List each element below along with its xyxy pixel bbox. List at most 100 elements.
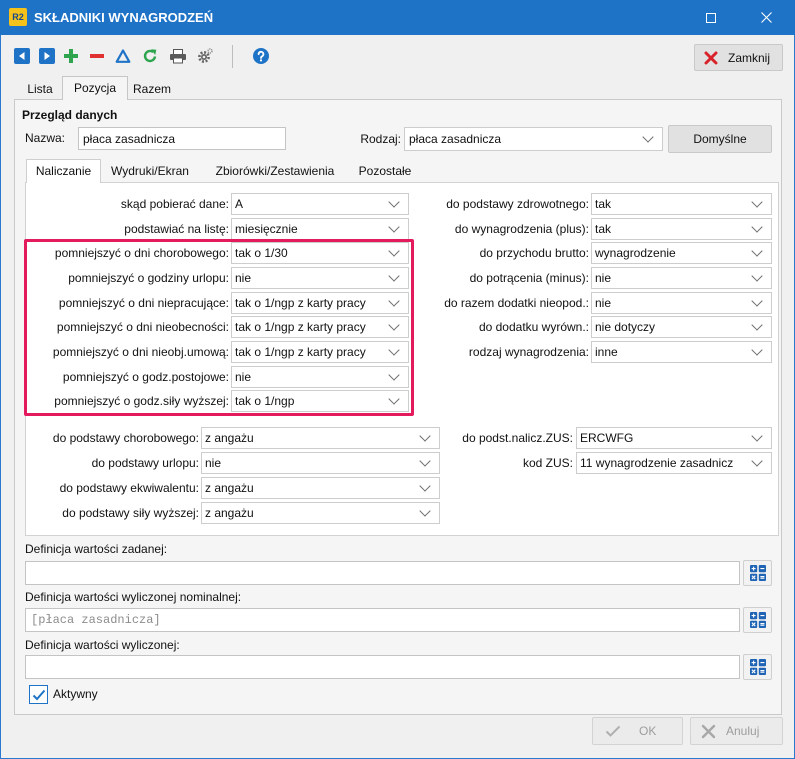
tab-pozycja[interactable]: Pozycja [62,76,128,100]
formula-button-calculated[interactable] [743,654,772,680]
help-icon [253,48,269,64]
label-leave-base: do podstawy urlopu: [91,456,199,470]
formula-button-nominal[interactable] [743,607,772,633]
label-zus-calc-base: do podst.nalicz.ZUS: [462,431,573,445]
combo-untaxed-allowances-total[interactable]: nie [591,292,772,314]
chevron-down-icon [751,432,763,442]
chevron-down-icon [388,247,400,257]
settings-button[interactable] [193,44,217,68]
tab-razem[interactable]: Razem [128,79,176,99]
title-bar: R2 SKŁADNIKI WYNAGRODZEŃ [0,0,795,35]
combo-gross-income[interactable]: wynagrodzenie [591,242,772,264]
combo-value: tak o 1/ngp z karty pracy [235,296,366,310]
close-button[interactable]: Zamknij [694,44,783,71]
close-icon [701,724,716,739]
delete-button[interactable] [85,44,109,68]
subtab-label: Naliczanie [35,164,92,178]
maximize-button[interactable] [688,0,734,35]
combo-list-period[interactable]: miesięcznie [231,218,409,240]
previous-record-button[interactable] [10,44,34,68]
combo-reduce-leave-hours[interactable]: nie [231,267,409,289]
refresh-button[interactable] [138,44,162,68]
combo-value: tak o 1/ngp z karty pracy [235,320,366,334]
combo-salary-plus[interactable]: tak [591,218,772,240]
subtab-wydruki-ekran[interactable]: Wydruki/Ekran [102,161,198,182]
subtab-pozostale[interactable]: Pozostałe [350,161,420,182]
chevron-down-icon [751,321,763,331]
name-label: Nazwa: [25,131,66,145]
definition-label-calculated: Definicja wartości wyliczonej: [25,638,180,652]
minus-icon [89,48,105,64]
chevron-down-icon [419,482,431,492]
edit-button[interactable] [111,44,135,68]
label-reduce-sick-days: pomniejszyć o dni chorobowego: [54,246,229,260]
defaults-button[interactable]: Domyślne [668,125,772,153]
active-label: Aktywny [53,687,98,701]
combo-leave-base[interactable]: nie [201,452,440,474]
combo-zus-code[interactable]: 11 wynagrodzenie zasadnicz [576,452,772,474]
combo-force-majeure-base[interactable]: z angażu [201,502,440,524]
formula-grid-icon [749,612,766,628]
formula-grid-icon [749,565,766,581]
label-zus-code: kod ZUS: [522,456,573,470]
combo-reduce-sick-days[interactable]: tak o 1/30 [231,242,409,264]
chevron-down-icon [388,371,400,381]
name-input[interactable] [78,127,286,150]
combo-value: tak o 1/ngp [235,394,295,408]
window-close-button[interactable] [743,0,789,35]
combo-value: 11 wynagrodzenie zasadnicz [580,456,734,470]
toolbar-separator [232,45,233,68]
combo-deduction-minus[interactable]: nie [591,267,772,289]
definition-label-nominal: Definicja wartości wyliczonej nominalnej… [25,590,242,604]
type-combo[interactable]: płaca zasadnicza [404,127,663,151]
add-button[interactable] [59,44,83,68]
combo-value: ERCWFG [580,431,634,445]
combo-reduce-non-working-days[interactable]: tak o 1/ngp z karty pracy [231,292,409,314]
label-salary-type: rodzaj wynagrodzenia: [468,345,589,359]
formula-button-set[interactable] [743,560,772,586]
combo-salary-type[interactable]: inne [591,341,772,363]
chevron-down-icon [388,395,400,405]
definition-input-calculated[interactable] [25,655,740,679]
label-reduce-leave-hours: pomniejszyć o godziny urlopu: [68,271,229,285]
combo-health-base[interactable]: tak [591,193,772,215]
subtab-zbiorowki-zestawienia[interactable]: Zbiorówki/Zestawienia [200,161,350,182]
combo-equivalent-base[interactable]: z angażu [201,477,440,499]
subtab-naliczanie[interactable]: Naliczanie [26,159,101,183]
combo-value: nie [235,370,252,384]
help-button[interactable] [249,44,273,68]
label-health-base: do podstawy zdrowotnego: [446,197,589,211]
tab-lista[interactable]: Lista [18,79,62,99]
label-reduce-uncontracted-days: pomniejszyć o dni nieobj.umową: [52,345,229,359]
definition-label-set: Definicja wartości zadanej: [25,542,168,556]
combo-reduce-uncontracted-days[interactable]: tak o 1/ngp z karty pracy [231,341,409,363]
chevron-down-icon [751,457,763,467]
combo-value: z angażu [205,481,254,495]
combo-reduce-force-majeure-hours[interactable]: tak o 1/ngp [231,390,409,412]
print-button[interactable] [166,44,190,68]
combo-equalization-allowance[interactable]: nie dotyczy [591,316,772,338]
combo-data-source[interactable]: A [231,193,409,215]
label-force-majeure-base: do podstawy siły wyższej: [62,506,199,520]
next-record-button[interactable] [35,44,59,68]
combo-value: nie [595,296,612,310]
formula-grid-icon [749,659,766,675]
combo-reduce-absence-days[interactable]: tak o 1/ngp z karty pracy [231,316,409,338]
defaults-button-label: Domyślne [693,132,747,146]
window-title: SKŁADNIKI WYNAGRODZEŃ [34,10,214,25]
combo-zus-calc-base[interactable]: ERCWFG [576,427,772,449]
ok-button[interactable]: OK [592,717,683,745]
chevron-down-icon [751,297,763,307]
active-checkbox[interactable] [29,685,48,704]
combo-value: płaca zasadnicza [409,132,502,146]
combo-sick-base[interactable]: z angażu [201,427,440,449]
chevron-down-icon [388,297,400,307]
maximize-icon [706,12,716,23]
cancel-button[interactable]: Anuluj [690,717,783,745]
checkmark-icon [32,689,46,701]
combo-reduce-idle-hours[interactable]: nie [231,366,409,388]
definition-input-set[interactable] [25,561,740,585]
definition-input-nominal[interactable] [25,608,740,632]
dialog-window: R2 SKŁADNIKI WYNAGRODZEŃ Zamknij Lista P… [0,0,795,759]
chevron-down-icon [419,432,431,442]
